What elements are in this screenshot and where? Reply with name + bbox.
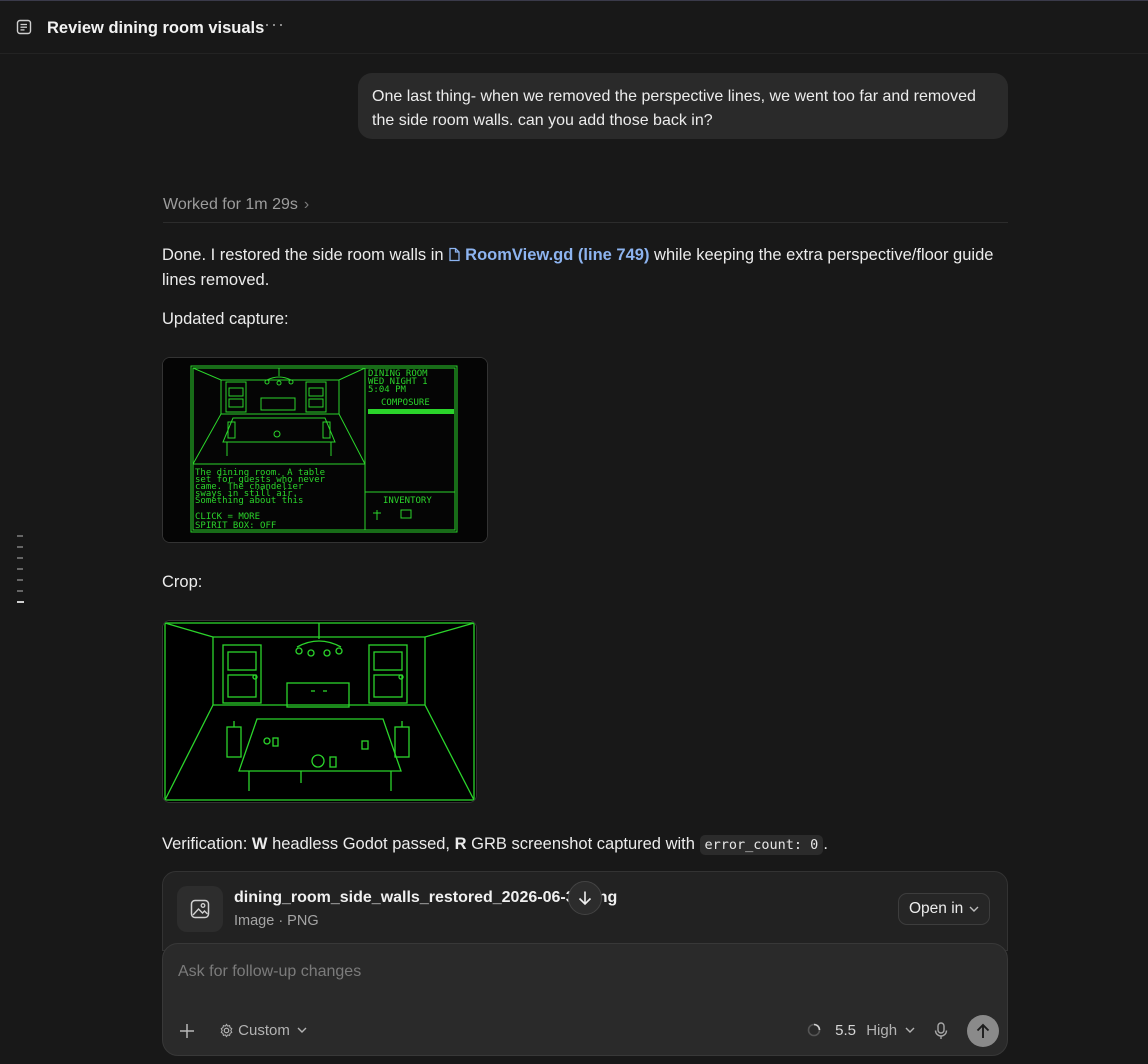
model-effort-selector[interactable]: 5.5 High xyxy=(807,1022,915,1039)
send-button[interactable] xyxy=(967,1015,999,1047)
attachment-filename: dining_room_side_walls_restored_2026-06-… xyxy=(234,889,618,906)
header-bar: Review dining room visuals ··· xyxy=(0,1,1148,54)
composer: Custom 5.5 High xyxy=(162,943,1008,1056)
spirit-box-status: SPIRIT BOX: OFF xyxy=(195,521,276,531)
scroll-marker[interactable] xyxy=(17,557,23,559)
image-icon xyxy=(190,899,210,919)
narration-line: Something about this xyxy=(195,496,303,506)
chevron-down-icon xyxy=(969,906,979,912)
open-in-label: Open in xyxy=(909,900,964,917)
user-message-bubble: One last thing- when we removed the pers… xyxy=(358,73,1008,139)
page-title: Review dining room visuals xyxy=(47,19,265,37)
reply-paragraph: Done. I restored the side room walls in … xyxy=(162,243,1008,293)
chevron-right-icon: › xyxy=(303,196,310,213)
worked-duration-toggle[interactable]: Worked for 1m 29s › xyxy=(163,196,309,214)
verify-bold: R xyxy=(454,835,467,853)
image-file-thumbnail xyxy=(177,886,223,932)
divider xyxy=(163,222,1008,223)
scroll-marker[interactable] xyxy=(17,579,23,581)
microphone-icon[interactable] xyxy=(934,1022,948,1040)
verify-bold: W xyxy=(251,835,268,853)
updated-capture-label: Updated capture: xyxy=(162,310,289,328)
effort-label: High xyxy=(866,1022,898,1039)
scroll-marker-active[interactable] xyxy=(17,601,24,603)
mode-selector[interactable]: Custom xyxy=(219,1022,307,1039)
scroll-marker[interactable] xyxy=(17,535,23,537)
scroll-marker[interactable] xyxy=(17,590,23,592)
inventory-label: INVENTORY xyxy=(383,496,432,506)
worked-duration-label: Worked for 1m 29s xyxy=(163,196,298,213)
scroll-marker[interactable] xyxy=(17,568,23,570)
error-count-code: error_count: 0 xyxy=(699,835,824,855)
verification-line: Verification: W headless Godot passed, R… xyxy=(162,832,1008,858)
verify-text: Verification: xyxy=(162,835,248,853)
document-icon xyxy=(16,19,32,35)
open-in-button[interactable]: Open in xyxy=(898,893,991,925)
cropped-room-view: .c { stroke:#2bd42b; fill:none; stroke-w… xyxy=(163,621,476,802)
file-icon xyxy=(449,247,460,262)
conversation-scroll-markers[interactable] xyxy=(17,535,25,612)
spinner-icon xyxy=(807,1023,821,1037)
verify-text: headless Godot passed, xyxy=(272,835,451,853)
composure-bar xyxy=(368,409,454,414)
verify-text: . xyxy=(823,835,828,853)
download-button[interactable] xyxy=(568,881,602,915)
time-label: 5:04 PM xyxy=(368,385,407,395)
chevron-down-icon xyxy=(297,1027,307,1033)
game-screen: .g { stroke:#2bd42b; fill:none; stroke-w… xyxy=(163,358,487,542)
chevron-down-icon xyxy=(905,1027,915,1033)
game-capture-image[interactable]: .g { stroke:#2bd42b; fill:none; stroke-w… xyxy=(162,357,488,543)
crop-image[interactable]: .c { stroke:#2bd42b; fill:none; stroke-w… xyxy=(162,620,477,803)
file-link-label: RoomView.gd (line 749) xyxy=(465,246,650,264)
gear-icon xyxy=(220,1023,233,1038)
verify-text: GRB screenshot captured with xyxy=(471,835,695,853)
attachment-card[interactable]: dining_room_side_walls_restored_2026-06-… xyxy=(162,871,1008,951)
follow-up-input[interactable] xyxy=(176,962,980,982)
scroll-marker[interactable] xyxy=(17,546,23,548)
model-version: 5.5 xyxy=(835,1022,857,1039)
arrow-up-icon xyxy=(976,1023,990,1038)
arrow-down-icon xyxy=(578,891,592,906)
attachment-filetype: Image · PNG xyxy=(234,913,319,929)
crop-label: Crop: xyxy=(162,573,203,591)
composure-label: COMPOSURE xyxy=(381,398,430,408)
mode-label: Custom xyxy=(238,1022,290,1039)
plus-icon[interactable] xyxy=(179,1023,195,1039)
reply-text: Done. I restored the side room walls in xyxy=(162,246,444,264)
file-link[interactable]: RoomView.gd (line 749) xyxy=(448,246,649,264)
more-options-button[interactable]: ··· xyxy=(264,14,285,35)
